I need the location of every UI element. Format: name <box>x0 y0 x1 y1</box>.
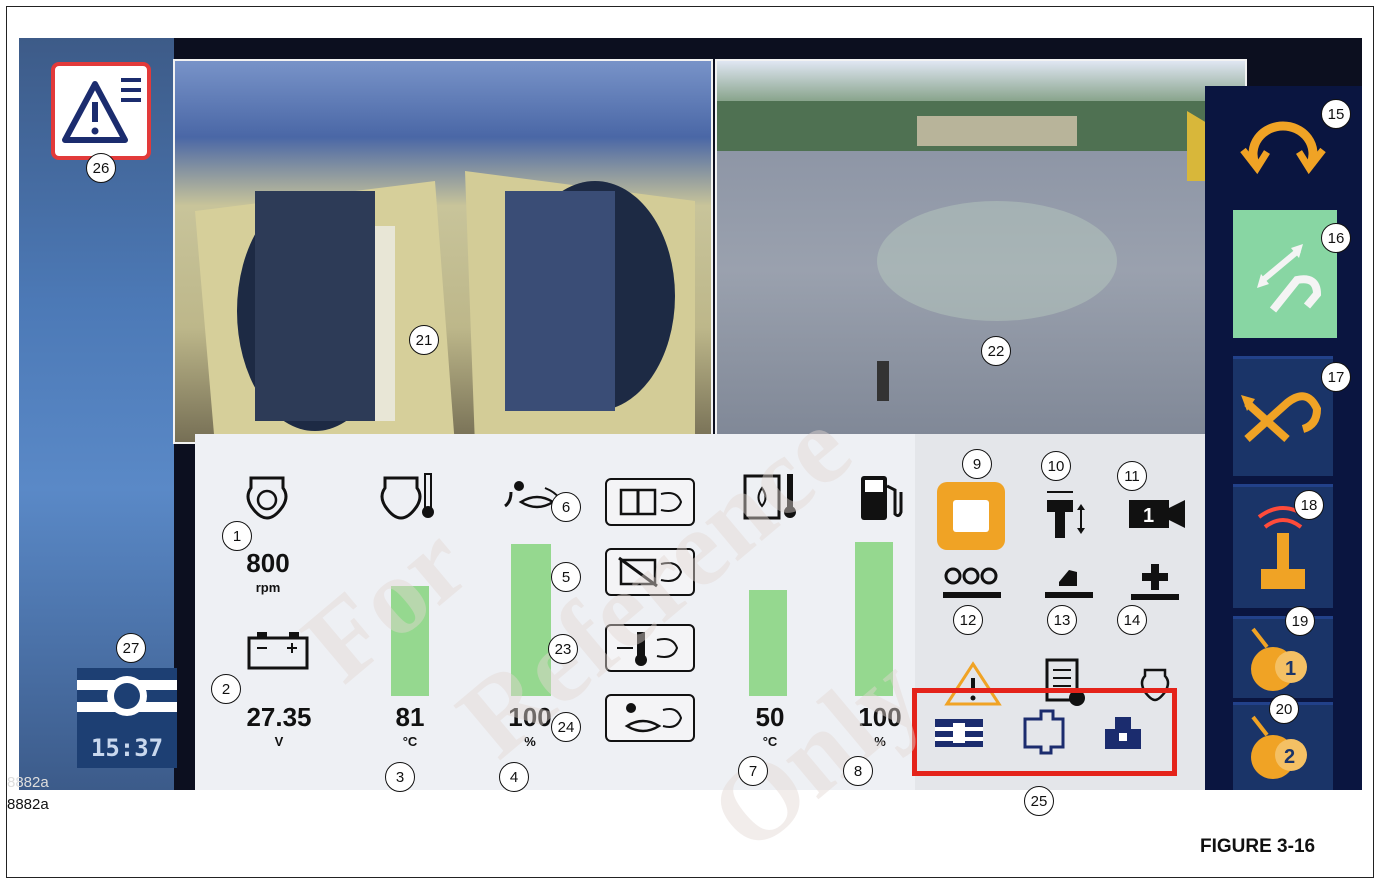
callout-7: 7 <box>738 756 768 786</box>
display-tile-button[interactable]: 15:37 <box>77 668 177 768</box>
callout-9: 9 <box>962 449 992 479</box>
coolant-temp-value: 81 <box>395 702 425 732</box>
figure-label: FIGURE 3-16 <box>1200 836 1316 857</box>
svg-text:1: 1 <box>1143 505 1154 527</box>
warning-menu-icon <box>62 78 141 143</box>
callout-12: 12 <box>953 605 983 635</box>
left-panel: 15:37 <box>19 38 177 790</box>
callout-24: 24 <box>551 712 581 742</box>
right-sidebar: 1 2 <box>1205 86 1362 790</box>
winch-1-icon: 1 <box>1251 627 1307 691</box>
highlight-box-25 <box>912 688 1177 776</box>
swing-icon <box>1240 121 1326 175</box>
warning-menu-button[interactable] <box>51 62 151 160</box>
pulse-icon[interactable] <box>1017 707 1071 755</box>
callout-14: 14 <box>1117 605 1147 635</box>
jib-button[interactable] <box>1233 356 1333 476</box>
callout-19: 19 <box>1285 606 1315 636</box>
clock-time: 15:37 <box>90 734 164 762</box>
callout-16: 16 <box>1321 223 1351 253</box>
camera-view-winch[interactable] <box>173 59 713 444</box>
callout-27: 27 <box>116 633 146 663</box>
tool-height-icon[interactable] <box>1039 486 1093 546</box>
battery-voltage-value: 27.35 <box>246 702 312 732</box>
callout-22: 22 <box>981 336 1011 366</box>
svg-text:1: 1 <box>1285 658 1296 680</box>
callout-21: 21 <box>409 325 439 355</box>
svg-text:2: 2 <box>1284 746 1295 768</box>
boom-extend-button[interactable] <box>1233 210 1337 338</box>
boom-extend-icon <box>1257 244 1322 313</box>
callout-10: 10 <box>1041 451 1071 481</box>
jib-icon <box>1241 392 1322 442</box>
square-stop-button[interactable] <box>937 482 1005 550</box>
callout-2: 2 <box>211 674 241 704</box>
callout-3: 3 <box>385 762 415 792</box>
def-level-icon <box>624 703 683 733</box>
engine-speed-icon <box>246 476 288 520</box>
callout-1: 1 <box>222 521 252 551</box>
engine-speed-value: 800 <box>246 548 290 578</box>
callout-23: 23 <box>548 634 578 664</box>
callout-18: 18 <box>1294 490 1324 520</box>
display-tile-icon <box>77 676 177 716</box>
image-id-label: 8882a <box>7 796 49 813</box>
callout-15: 15 <box>1321 99 1351 129</box>
yard-picture <box>717 101 1245 401</box>
callout-26: 26 <box>86 153 116 183</box>
callout-6: 6 <box>551 492 581 522</box>
coolant-temp-unit: °C <box>402 734 418 749</box>
hand-icon[interactable] <box>1041 562 1097 610</box>
winch-drums-picture <box>195 171 695 442</box>
platform-icon[interactable] <box>1101 713 1145 753</box>
callout-20: 20 <box>1269 694 1299 724</box>
callout-25: 25 <box>1024 786 1054 816</box>
swing-button[interactable] <box>1233 86 1333 206</box>
hydraulic-temp-bar <box>749 590 787 696</box>
callout-8: 8 <box>843 756 873 786</box>
plus-icon[interactable] <box>1127 560 1183 610</box>
camera-1-icon[interactable]: 1 <box>1125 494 1189 534</box>
callout-13: 13 <box>1047 605 1077 635</box>
battery-voltage-unit: V <box>274 734 284 749</box>
square-stop-icon <box>953 500 989 532</box>
callout-17: 17 <box>1321 362 1351 392</box>
callout-4: 4 <box>499 762 529 792</box>
image-id-label-inner: 8882a <box>7 774 49 791</box>
def-system-button[interactable] <box>605 694 695 742</box>
callout-5: 5 <box>551 562 581 592</box>
callout-11: 11 <box>1117 461 1147 491</box>
counters-icon[interactable] <box>939 562 1005 610</box>
winch-1-button[interactable]: 1 <box>1233 616 1333 698</box>
